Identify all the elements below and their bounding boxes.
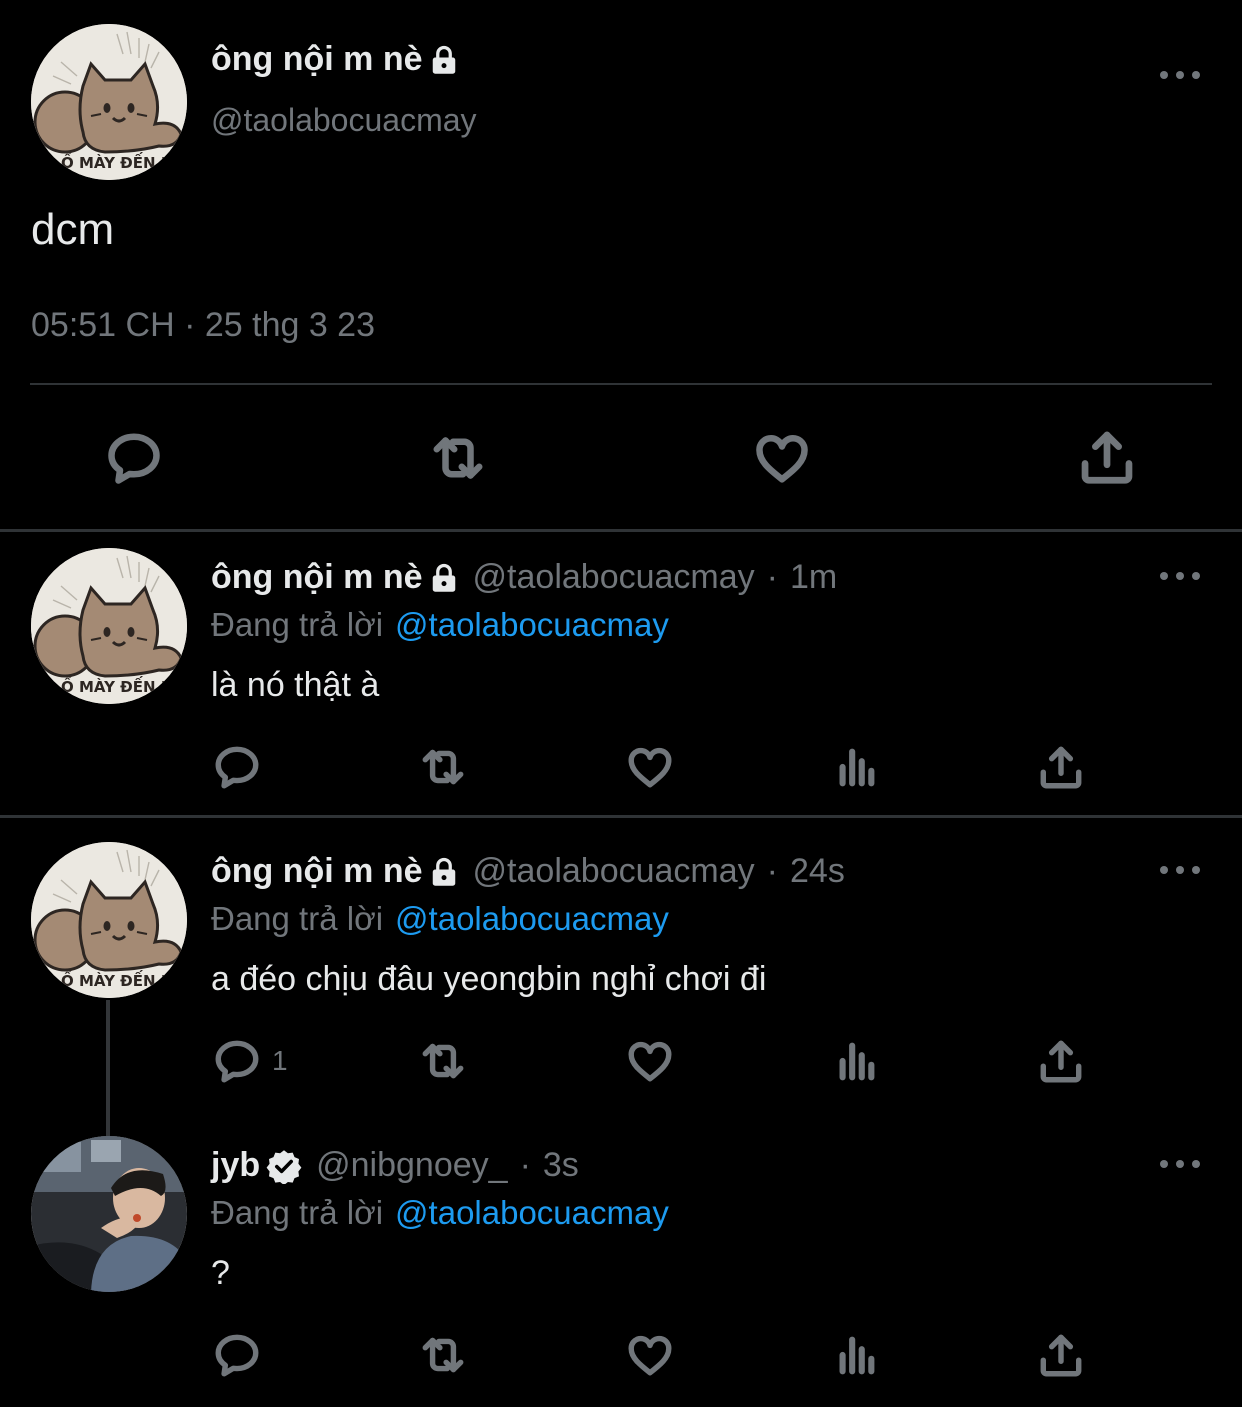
share-icon[interactable] (1036, 1330, 1086, 1380)
tweet-header: ông nội m nè @taolabocuacmay · 1m (211, 558, 837, 597)
reply-icon[interactable] (212, 1330, 262, 1380)
avatar[interactable] (31, 1136, 187, 1292)
more-options-icon[interactable] (1160, 863, 1200, 877)
display-name[interactable]: jyb (211, 1146, 302, 1185)
display-name-text[interactable]: ông nội m nè (211, 40, 423, 79)
display-name[interactable]: ông nội m nè (211, 40, 459, 79)
tweet-header: ông nội m nè @taolabocuacmay · 24s (211, 852, 845, 891)
like-icon[interactable] (625, 1330, 675, 1380)
avatar-caption: Ố MÀY ĐẾN ĐÂ (61, 151, 185, 172)
lock-icon (429, 856, 459, 888)
tweet-text: dcm (31, 205, 115, 254)
reply-icon (212, 1036, 262, 1086)
replying-to: Đang trả lời @taolabocuacmay (211, 606, 669, 644)
display-name[interactable]: ông nội m nè (211, 558, 459, 597)
display-name-text[interactable]: jyb (211, 1146, 260, 1185)
analytics-icon[interactable] (833, 742, 879, 792)
user-handle[interactable]: @nibgnoey_ (316, 1146, 507, 1185)
user-handle[interactable]: @taolabocuacmay (473, 852, 755, 891)
user-handle[interactable]: @taolabocuacmay (211, 102, 477, 139)
avatar-caption: Ố MÀY ĐẾN ĐÂ (61, 675, 185, 696)
avatar[interactable]: Ố MÀY ĐẾN ĐÂ (31, 24, 187, 180)
analytics-icon[interactable] (833, 1330, 879, 1380)
mention-link[interactable]: @taolabocuacmay (395, 1194, 669, 1231)
share-icon[interactable] (1076, 426, 1138, 488)
more-options-icon[interactable] (1160, 569, 1200, 583)
reply-icon[interactable] (212, 742, 262, 792)
reply-count: 1 (272, 1045, 288, 1076)
thread-line (106, 1000, 110, 1136)
retweet-icon[interactable] (416, 1036, 470, 1086)
share-icon[interactable] (1036, 1036, 1086, 1086)
tweet-time[interactable]: 24s (790, 852, 845, 891)
display-name[interactable]: ông nội m nè (211, 852, 459, 891)
lock-icon (429, 562, 459, 594)
retweet-icon[interactable] (416, 742, 470, 792)
verified-badge-icon (266, 1148, 302, 1184)
section-divider (0, 815, 1242, 818)
reply-button[interactable]: 1 (212, 1036, 288, 1086)
like-icon[interactable] (752, 428, 812, 488)
lock-icon (429, 44, 459, 76)
more-options-icon[interactable] (1160, 1157, 1200, 1171)
tweet-text: là nó thật à (211, 666, 380, 704)
tweet-text: a đéo chịu đâu yeongbin nghỉ chơi đi (211, 960, 767, 998)
separator: · (766, 558, 778, 596)
like-icon[interactable] (625, 1036, 675, 1086)
like-icon[interactable] (625, 742, 675, 792)
separator: · (519, 1146, 531, 1184)
replying-to-label: Đang trả lời (211, 1194, 384, 1231)
display-name-text[interactable]: ông nội m nè (211, 852, 423, 891)
mention-link[interactable]: @taolabocuacmay (395, 900, 669, 937)
tweet-timestamp[interactable]: 05:51 CH · 25 thg 3 23 (31, 306, 375, 345)
avatar-caption: Ố MÀY ĐẾN ĐÂ (61, 969, 185, 990)
replying-to: Đang trả lời @taolabocuacmay (211, 900, 669, 938)
share-icon[interactable] (1036, 742, 1086, 792)
retweet-icon[interactable] (426, 428, 490, 488)
user-handle[interactable]: @taolabocuacmay (473, 558, 755, 597)
avatar[interactable]: Ố MÀY ĐẾN ĐÂ (31, 548, 187, 704)
replying-to: Đang trả lời @taolabocuacmay (211, 1194, 669, 1232)
tweet-header: jyb @nibgnoey_ · 3s (211, 1146, 579, 1185)
tweet-time[interactable]: 3s (543, 1146, 579, 1185)
retweet-icon[interactable] (416, 1330, 470, 1380)
avatar[interactable]: Ố MÀY ĐẾN ĐÂ (31, 842, 187, 998)
tweet-time[interactable]: 1m (790, 558, 837, 597)
replying-to-label: Đang trả lời (211, 900, 384, 937)
mention-link[interactable]: @taolabocuacmay (395, 606, 669, 643)
replying-to-label: Đang trả lời (211, 606, 384, 643)
separator: · (766, 852, 778, 890)
display-name-text[interactable]: ông nội m nè (211, 558, 423, 597)
section-divider (0, 529, 1242, 532)
divider (30, 383, 1212, 385)
tweet-text: ? (211, 1254, 230, 1292)
analytics-icon[interactable] (833, 1036, 879, 1086)
reply-icon[interactable] (104, 428, 164, 488)
more-options-icon[interactable] (1160, 68, 1200, 82)
